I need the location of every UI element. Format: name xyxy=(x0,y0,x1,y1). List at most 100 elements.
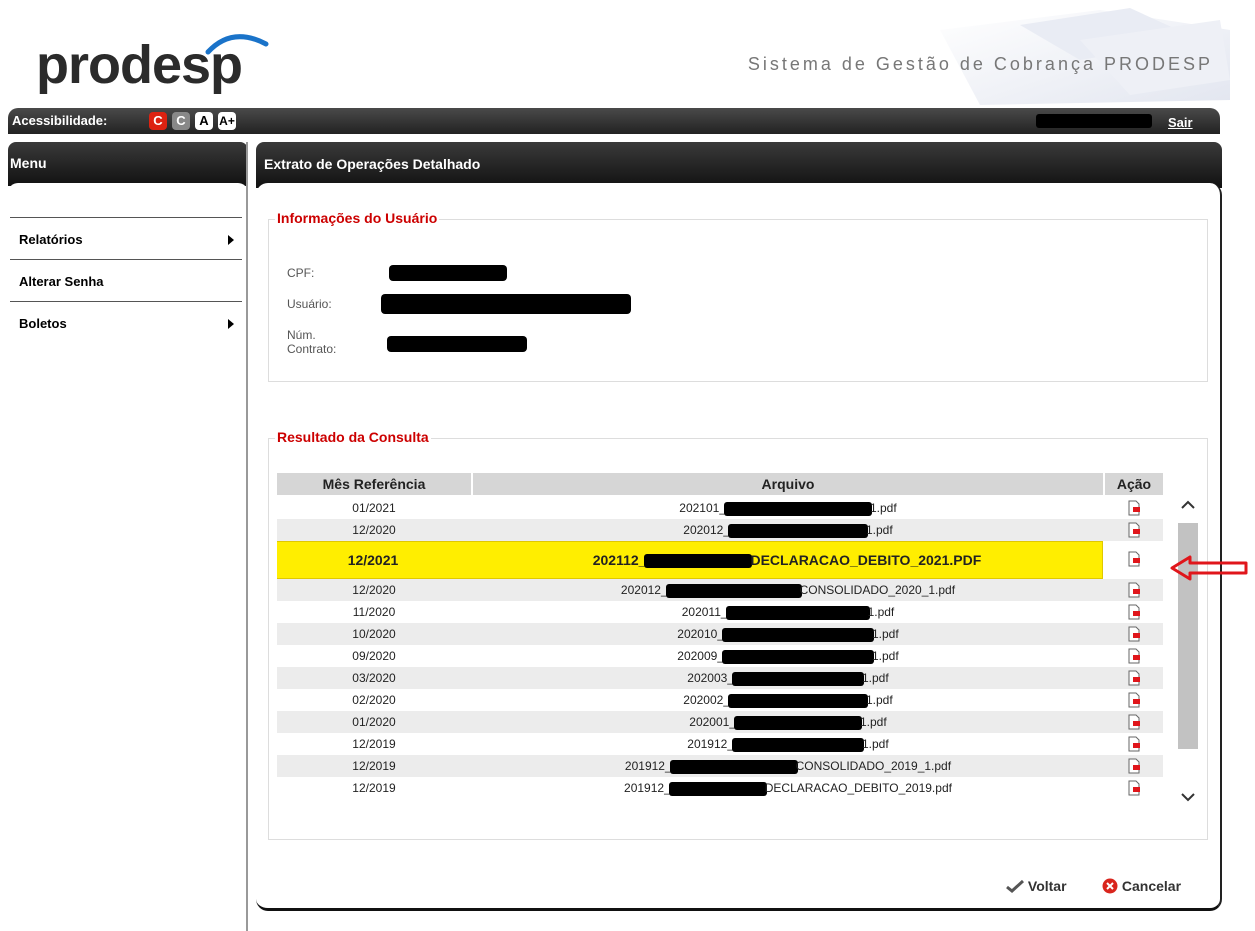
redacted-cpf xyxy=(389,265,507,281)
font-normal-button[interactable]: A xyxy=(195,112,213,130)
pdf-document-icon[interactable] xyxy=(1127,714,1141,730)
cell-month: 12/2020 xyxy=(352,583,396,597)
file-suffix: 1.pdf xyxy=(862,737,889,751)
scroll-down-icon[interactable] xyxy=(1178,787,1198,807)
redacted-file-part xyxy=(669,759,798,774)
cell-action[interactable] xyxy=(1105,579,1163,601)
file-suffix: DECLARACAO_DEBITO_2019.pdf xyxy=(764,781,952,795)
pdf-document-icon[interactable] xyxy=(1127,692,1141,708)
pdf-document-icon[interactable] xyxy=(1127,522,1141,538)
sidebar-item-alterar-senha[interactable]: Alterar Senha xyxy=(10,259,242,301)
cell-month: 03/2020 xyxy=(352,671,396,685)
pdf-document-icon[interactable] xyxy=(1127,626,1141,642)
cell-action[interactable] xyxy=(1105,689,1163,711)
submenu-arrow-icon xyxy=(228,319,234,329)
cell-month: 12/2021 xyxy=(347,552,399,568)
cell-action[interactable] xyxy=(1105,733,1163,755)
back-button[interactable]: Voltar xyxy=(1006,878,1067,894)
file-prefix: 202009_ xyxy=(677,649,724,663)
redacted-file-part xyxy=(732,737,864,752)
accessibility-label: Acessibilidade: xyxy=(12,113,108,128)
submenu-arrow-icon xyxy=(228,235,234,245)
pdf-document-icon[interactable] xyxy=(1127,780,1141,796)
table-row: 12/2019 201912_ DECLARACAO_DEBITO_2019.pdf xyxy=(277,777,1163,799)
file-suffix: 1.pdf xyxy=(872,649,899,663)
cell-action[interactable] xyxy=(1105,755,1163,777)
cell-action[interactable] xyxy=(1105,777,1163,799)
redacted-file-part xyxy=(722,627,874,642)
scroll-up-icon[interactable] xyxy=(1178,495,1198,515)
cell-action[interactable] xyxy=(1105,645,1163,667)
redacted-file-part xyxy=(668,781,767,796)
system-title: Sistema de Gestão de Cobrança PRODESP xyxy=(747,54,1213,74)
pdf-document-icon[interactable] xyxy=(1127,758,1141,774)
file-suffix: 1.pdf xyxy=(867,605,895,619)
pdf-document-icon[interactable] xyxy=(1127,670,1141,686)
sidebar-item-relatorios[interactable]: Relatórios xyxy=(10,217,242,259)
pdf-document-icon[interactable] xyxy=(1127,604,1141,620)
cpf-label: CPF: xyxy=(287,266,315,280)
contrast-gray-button[interactable]: C xyxy=(172,112,190,130)
cell-file[interactable]: 201912_ DECLARACAO_DEBITO_2019.pdf xyxy=(473,777,1103,799)
cell-action[interactable] xyxy=(1105,667,1163,689)
pdf-document-icon[interactable] xyxy=(1127,551,1141,567)
cell-month: 10/2020 xyxy=(352,627,396,641)
cell-month: 01/2021 xyxy=(352,501,396,515)
cell-file[interactable]: 202101_ 1.pdf xyxy=(473,497,1103,519)
file-prefix: 202112_ xyxy=(592,552,647,568)
cell-action[interactable] xyxy=(1105,601,1163,623)
redacted-file-part xyxy=(665,583,802,598)
cell-month: 12/2019 xyxy=(352,737,396,751)
table-row: 12/2019 201912_ CONSOLIDADO_2019_1.pdf xyxy=(277,755,1163,777)
file-suffix: 1.pdf xyxy=(870,501,897,515)
cell-file[interactable]: 202001_ 1.pdf xyxy=(473,711,1103,733)
file-suffix: CONSOLIDADO_2020_1.pdf xyxy=(799,583,956,597)
user-label: Usuário: xyxy=(287,297,332,311)
sidebar-item-boletos[interactable]: Boletos xyxy=(10,301,242,343)
pdf-document-icon[interactable] xyxy=(1127,648,1141,664)
cell-file[interactable]: 201912_ 1.pdf xyxy=(473,733,1103,755)
logout-link[interactable]: Sair xyxy=(1168,115,1193,130)
cell-month: 02/2020 xyxy=(352,693,396,707)
results-table: Mês Referência Arquivo Ação 01/2021 20210… xyxy=(277,473,1163,833)
cell-file[interactable]: 202003_ 1.pdf xyxy=(473,667,1103,689)
file-prefix: 202101_ xyxy=(679,501,726,515)
cell-file[interactable]: 202012_ CONSOLIDADO_2020_1.pdf xyxy=(473,579,1103,601)
pdf-document-icon[interactable] xyxy=(1127,582,1141,598)
cell-file[interactable]: 201912_ CONSOLIDADO_2019_1.pdf xyxy=(473,755,1103,777)
table-row: 09/2020 202009_ 1.pdf xyxy=(277,645,1163,667)
cell-file[interactable]: 202012_ 1.pdf xyxy=(473,519,1103,541)
redacted-file-part xyxy=(724,501,872,516)
redacted-contract xyxy=(387,336,527,352)
cancel-x-icon xyxy=(1102,878,1118,894)
cell-action[interactable] xyxy=(1105,519,1163,541)
font-increase-button[interactable]: A+ xyxy=(218,112,236,130)
contract-label: Núm. Contrato: xyxy=(287,328,337,356)
cell-file[interactable]: 202010_ 1.pdf xyxy=(473,623,1103,645)
contrast-red-button[interactable]: C xyxy=(149,112,167,130)
redacted-file-part xyxy=(725,605,870,620)
sidebar-item-label: Boletos xyxy=(19,316,67,331)
cell-action[interactable] xyxy=(1105,623,1163,645)
redacted-file-part xyxy=(728,523,868,538)
cell-file[interactable]: 202011_ 1.pdf xyxy=(473,601,1103,623)
cell-action[interactable] xyxy=(1105,548,1163,570)
cell-file[interactable]: 202112_ DECLARACAO_DEBITO_2021.PDF xyxy=(472,542,1102,578)
cell-month: 12/2020 xyxy=(352,523,396,537)
table-row: 12/2020 202012_ 1.pdf xyxy=(277,519,1163,541)
redacted-username xyxy=(1036,114,1152,128)
cell-month: 12/2019 xyxy=(352,759,396,773)
pdf-document-icon[interactable] xyxy=(1127,736,1141,752)
cell-action[interactable] xyxy=(1105,711,1163,733)
table-row-highlighted: 12/2021 202112_ DECLARACAO_DEBITO_2021.PDF xyxy=(277,541,1103,579)
cell-file[interactable]: 202002_ 1.pdf xyxy=(473,689,1103,711)
main-panel-header: Extrato de Operações Detalhado xyxy=(256,142,1222,188)
cell-action[interactable] xyxy=(1105,497,1163,519)
cancel-button[interactable]: Cancelar xyxy=(1102,878,1181,894)
pdf-document-icon[interactable] xyxy=(1127,500,1141,516)
table-scrollbar[interactable] xyxy=(1176,495,1200,823)
cell-file[interactable]: 202009_ 1.pdf xyxy=(473,645,1103,667)
redacted-file-part xyxy=(734,715,862,730)
column-header-mes[interactable]: Mês Referência xyxy=(277,473,471,495)
column-header-arquivo[interactable]: Arquivo xyxy=(473,473,1103,495)
